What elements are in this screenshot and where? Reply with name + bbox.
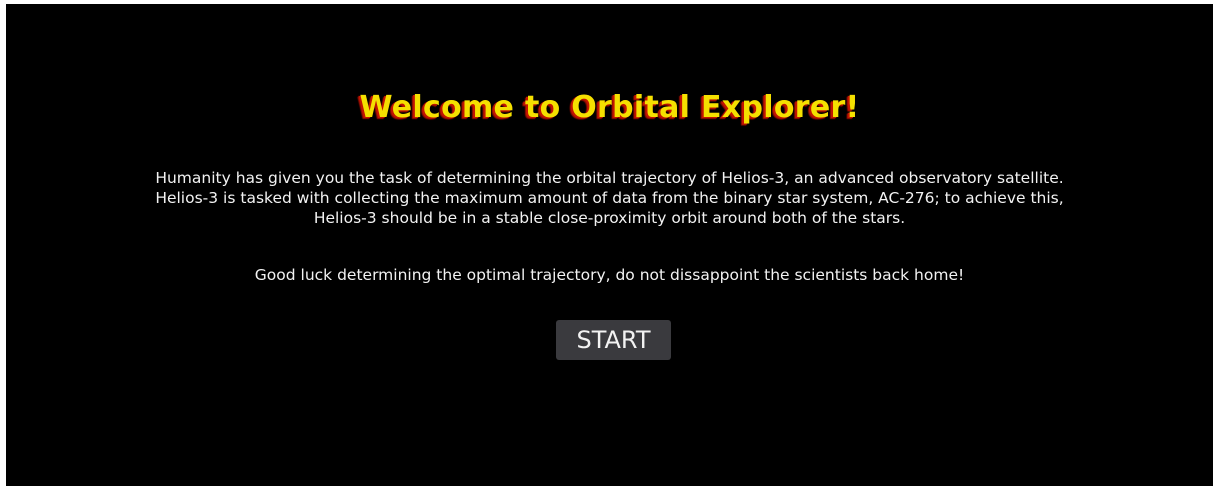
intro-line: Helios-3 should be in a stable close-pro…	[313, 209, 906, 227]
start-button[interactable]: START	[556, 320, 671, 360]
intro-line: Helios-3 is tasked with collecting the m…	[155, 189, 1064, 207]
game-screen: Welcome to Orbital Explorer! Humanity ha…	[6, 4, 1213, 486]
intro-text: Humanity has given you the task of deter…	[6, 168, 1213, 228]
intro-line: Humanity has given you the task of deter…	[155, 169, 1064, 187]
closing-text: Good luck determining the optimal trajec…	[254, 266, 965, 284]
welcome-title: Welcome to Orbital Explorer!	[359, 90, 860, 125]
